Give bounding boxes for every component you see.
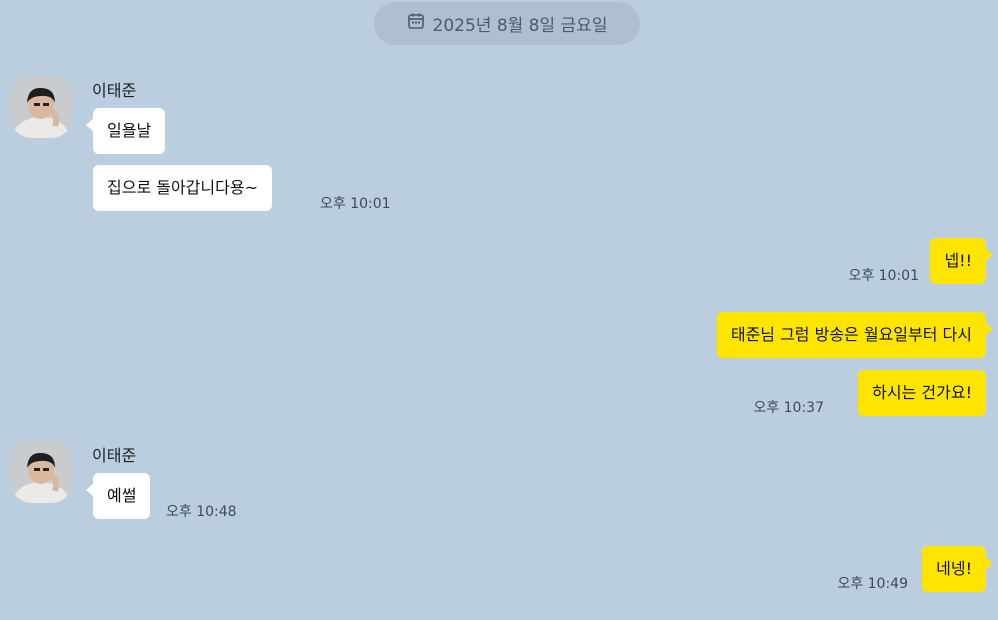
calendar-icon: [407, 12, 433, 35]
message-bubble[interactable]: 넵!!: [930, 238, 993, 284]
message-time: 오후 10:49: [837, 576, 908, 592]
message-time: 오후 10:01: [848, 268, 919, 284]
message-time: 오후 10:01: [320, 196, 391, 212]
message-bubble[interactable]: 집으로 돌아갑니다용~: [93, 165, 272, 211]
date-divider: 2025년 8월 8일 금요일: [374, 2, 640, 45]
message-bubble[interactable]: 태준님 그럼 방송은 월요일부터 다시: [716, 312, 994, 358]
message-time: 오후 10:37: [753, 400, 824, 416]
message-bubble[interactable]: 일욜날: [85, 108, 166, 154]
message-bubble[interactable]: 하시는 건가요!: [858, 370, 986, 416]
sender-name: 이태준: [92, 81, 137, 100]
message-bubble[interactable]: 네넹!: [922, 546, 993, 592]
avatar[interactable]: [10, 75, 73, 138]
date-label: 2025년 8월 8일 금요일: [432, 16, 608, 36]
sender-name: 이태준: [92, 446, 137, 465]
message-time: 오후 10:48: [166, 504, 237, 520]
message-bubble[interactable]: 예썰: [85, 473, 151, 519]
avatar[interactable]: [10, 440, 73, 503]
